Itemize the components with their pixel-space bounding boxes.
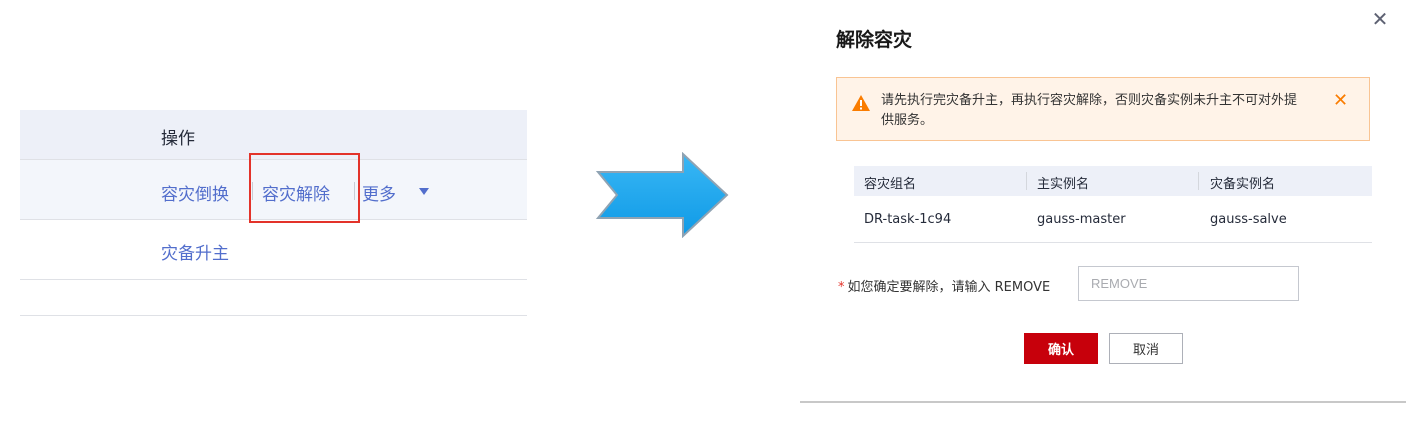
warning-icon: [852, 95, 870, 111]
close-icon[interactable]: ✕: [1333, 91, 1348, 111]
warning-alert: 请先执行完灾备升主，再执行容灾解除，否则灾备实例未升主不可对外提供服务。 ✕: [836, 77, 1370, 141]
promote-standby-link[interactable]: 灾备升主: [161, 239, 229, 264]
cancel-button[interactable]: 取消: [1109, 333, 1183, 364]
column-header-dr-group: 容灾组名: [864, 177, 917, 192]
right-arrow-icon: [595, 152, 729, 238]
column-divider: [1026, 172, 1027, 190]
column-divider: [1198, 172, 1199, 190]
more-dropdown[interactable]: 更多: [362, 180, 396, 205]
table-divider: [20, 315, 527, 316]
arrow-shape: [595, 152, 729, 238]
close-icon[interactable]: ✕: [1370, 9, 1390, 29]
operations-table: 操作 容灾倒换 容灾解除 更多 灾备升主: [20, 110, 527, 320]
alert-message: 请先执行完灾备升主，再执行容灾解除，否则灾备实例未升主不可对外提供服务。: [881, 93, 1298, 128]
operations-column-header: 操作: [161, 129, 195, 149]
dr-switch-link[interactable]: 容灾倒换: [161, 180, 229, 205]
table-header: 容灾组名 主实例名 灾备实例名: [854, 166, 1372, 196]
caret-down-icon[interactable]: [419, 188, 429, 195]
dialog-title: 解除容灾: [836, 29, 913, 51]
dr-group-name: DR-task-1c94: [864, 212, 952, 227]
confirm-input[interactable]: [1078, 266, 1299, 301]
column-header-primary: 主实例名: [1037, 177, 1090, 192]
table-row: DR-task-1c94 gauss-master gauss-salve: [854, 197, 1372, 243]
confirm-label: * 如您确定要解除，请输入 REMOVE: [838, 276, 1050, 295]
confirm-button[interactable]: 确认: [1024, 333, 1098, 364]
highlight-box: [249, 153, 360, 223]
required-mark: *: [838, 280, 845, 295]
table-row: 灾备升主: [20, 220, 527, 280]
confirm-label-text: 如您确定要解除，请输入 REMOVE: [847, 280, 1051, 295]
primary-instance-name: gauss-master: [1037, 212, 1126, 227]
remove-dr-dialog: ✕ 解除容灾 请先执行完灾备升主，再执行容灾解除，否则灾备实例未升主不可对外提供…: [800, 0, 1406, 403]
standby-instance-name: gauss-salve: [1210, 212, 1287, 227]
column-header-standby: 灾备实例名: [1210, 177, 1276, 192]
